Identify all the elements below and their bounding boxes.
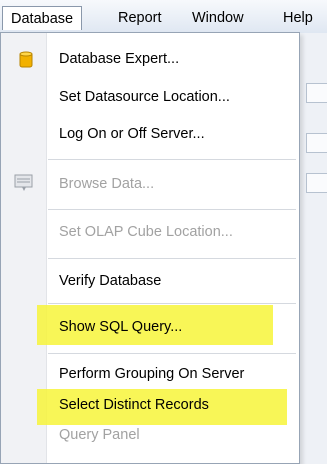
menu-help[interactable]: Help (283, 6, 313, 30)
menu-item-label: Verify Database (59, 273, 162, 289)
menu-window[interactable]: Window (192, 6, 244, 30)
menu-item-label: Set Datasource Location... (59, 89, 230, 105)
menu-separator (48, 159, 296, 161)
menu-item-log-on-off-server[interactable]: Log On or Off Server... (2, 120, 298, 150)
menu-separator (48, 258, 296, 260)
menu-item-set-olap-cube-location[interactable]: Set OLAP Cube Location... (2, 218, 298, 248)
menu-item-database-expert[interactable]: Database Expert... (2, 45, 298, 75)
menu-item-verify-database[interactable]: Verify Database (2, 267, 298, 297)
menu-bar: Database Report Window Help (0, 0, 327, 34)
menu-separator (48, 303, 296, 305)
menu-separator (48, 353, 296, 355)
menu-item-label: Perform Grouping On Server (59, 366, 245, 382)
menu-item-show-sql-query[interactable]: Show SQL Query... (2, 313, 298, 343)
background-toolbar-strip (300, 33, 327, 464)
background-toolbar-cell (306, 133, 327, 153)
menu-item-set-datasource-location[interactable]: Set Datasource Location... (2, 83, 298, 113)
menu-item-label: Show SQL Query... (59, 319, 183, 335)
menu-item-label: Set OLAP Cube Location... (59, 224, 233, 240)
menu-item-label: Database Expert... (59, 51, 180, 67)
browse-data-icon (14, 174, 34, 196)
menu-separator (48, 209, 296, 211)
menu-item-select-distinct-records[interactable]: Select Distinct Records (2, 391, 298, 421)
background-toolbar-cell (306, 83, 327, 103)
background-toolbar-cell (306, 173, 327, 193)
menu-item-label: Browse Data... (59, 176, 155, 192)
database-icon (19, 51, 33, 73)
menu-item-perform-grouping-on-server[interactable]: Perform Grouping On Server (2, 360, 298, 390)
menu-item-browse-data[interactable]: Browse Data... (2, 170, 298, 200)
menu-report[interactable]: Report (118, 6, 162, 30)
menu-item-query-panel[interactable]: Query Panel (2, 421, 298, 451)
menu-item-label: Log On or Off Server... (59, 126, 205, 142)
menu-database[interactable]: Database (2, 6, 83, 30)
database-dropdown-menu: Database Expert... Set Datasource Locati… (0, 32, 300, 464)
menu-item-label: Query Panel (59, 427, 140, 443)
menu-item-label: Select Distinct Records (59, 397, 209, 413)
